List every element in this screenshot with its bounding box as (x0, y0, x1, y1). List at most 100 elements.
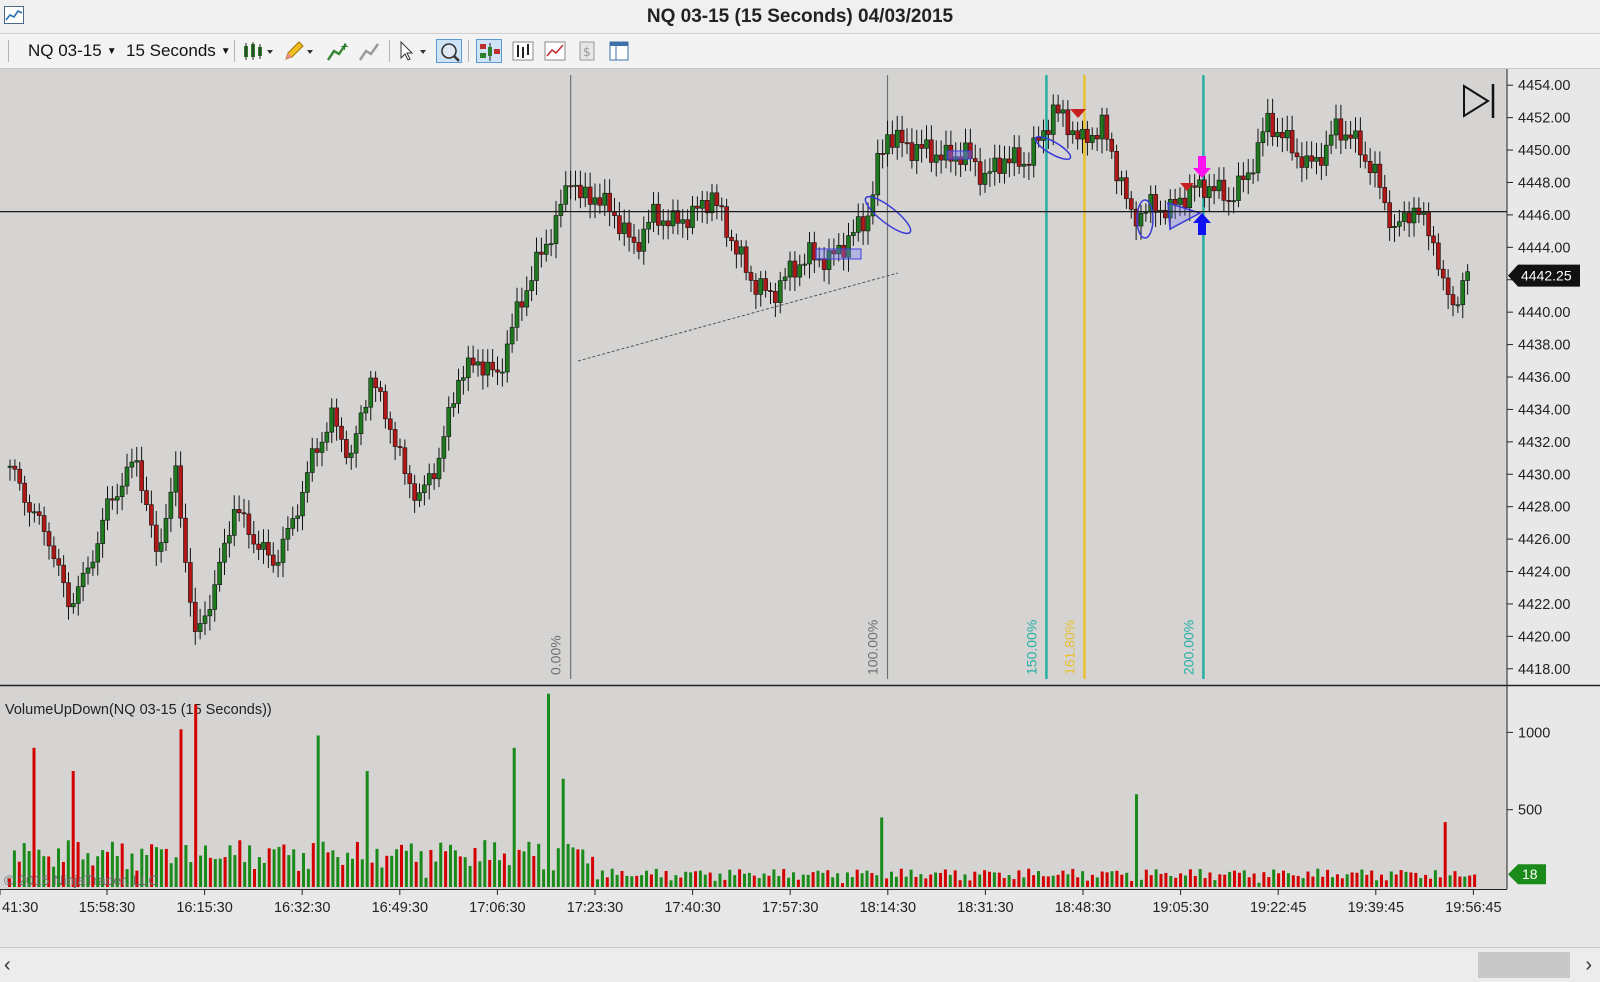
volume-bar (924, 878, 928, 887)
volume-bar (1120, 874, 1124, 887)
volume-bar (1237, 872, 1241, 887)
pointer-icon[interactable] (396, 39, 430, 63)
scroll-left-icon[interactable]: ‹ (4, 954, 11, 977)
drawing-pencil-icon[interactable] (282, 39, 316, 63)
candle-body (797, 264, 803, 278)
candle-body (90, 561, 96, 569)
volume-bar (365, 771, 369, 887)
drawn-rectangle[interactable] (946, 150, 972, 160)
line-chart-icon[interactable] (542, 39, 568, 63)
volume-bar (502, 853, 506, 887)
volume-bar (547, 693, 550, 887)
volume-bar (1458, 876, 1462, 887)
candle-body (1046, 130, 1051, 135)
candle-body (202, 615, 208, 624)
candle-body (1109, 138, 1115, 152)
candle-body (280, 538, 286, 563)
candle-body (1377, 163, 1383, 188)
candle-body (1002, 158, 1007, 174)
candle-body (1382, 187, 1388, 204)
candle-body (777, 280, 783, 303)
volume-bar (885, 878, 889, 887)
candle-body (1265, 112, 1271, 133)
candle-body (802, 263, 807, 266)
candle-body (1358, 130, 1363, 156)
volume-bar (845, 872, 849, 887)
price-chart[interactable]: 0.00% 100.00% 150.00% 161.80% 200.00% 4454.0… (0, 69, 1600, 947)
candle-body (1119, 177, 1124, 182)
toolbar-grip[interactable] (8, 40, 9, 62)
candle-body (80, 572, 86, 588)
candle-body (1421, 212, 1427, 215)
time-tick-label: 16:32:30 (274, 900, 330, 916)
volume-bar (1419, 878, 1423, 887)
chart-trader-icon[interactable] (476, 39, 502, 63)
chevron-down-icon: ▼ (220, 45, 231, 57)
volume-bar (1409, 872, 1413, 887)
candle-body (933, 154, 939, 163)
volume-bar (1046, 876, 1050, 887)
price-tick-label: 4430.00 (1518, 467, 1570, 483)
zoom-icon[interactable] (436, 39, 462, 63)
candle-body (1241, 175, 1246, 180)
bar-chart-icon[interactable] (510, 39, 536, 63)
scroll-thumb[interactable] (1478, 952, 1570, 978)
volume-bar (576, 849, 580, 887)
volume-bar (1399, 870, 1403, 887)
volume-bar (1223, 874, 1227, 887)
volume-bar (904, 876, 908, 887)
candle-body (617, 215, 622, 234)
volume-bar (414, 861, 418, 887)
add-indicator-icon[interactable]: + (324, 39, 350, 63)
window-title: NQ 03-15 (15 Seconds) 04/03/2015 (646, 6, 954, 27)
volume-bar (943, 869, 947, 887)
price-tick-label: 4440.00 (1518, 305, 1570, 321)
volume-bar (831, 877, 835, 887)
instrument-label: NQ 03-15 (28, 41, 102, 60)
candle-body (1050, 104, 1056, 135)
candle-body (997, 157, 1002, 174)
volume-bar (1267, 877, 1271, 887)
time-tick-label: 18:31:30 (957, 900, 1013, 916)
volume-bar (1424, 874, 1428, 887)
volume-bar (566, 843, 570, 887)
candle-body (553, 215, 559, 244)
candle-body (919, 144, 924, 149)
instrument-selector[interactable]: NQ 03-15 ▼ (28, 39, 117, 63)
candle-body (407, 473, 413, 485)
volume-bar (973, 871, 977, 887)
data-box-icon[interactable] (606, 39, 632, 63)
volume-bar (1056, 874, 1060, 887)
candle-body (32, 511, 37, 514)
properties-icon[interactable]: $ (574, 39, 600, 63)
volume-bar (899, 868, 903, 887)
candle-body (1041, 130, 1046, 141)
candle-body (236, 509, 242, 514)
volume-bar (615, 874, 619, 887)
volume-bar (409, 843, 413, 887)
scroll-right-icon[interactable]: › (1585, 954, 1592, 977)
candle-body (129, 461, 135, 468)
candle-body (563, 185, 569, 205)
volume-bar (689, 872, 693, 887)
volume-bar (664, 870, 668, 887)
volume-bar (1365, 874, 1369, 887)
strategy-icon[interactable] (356, 39, 382, 63)
volume-bar (556, 848, 560, 887)
last-price-marker: 4442.25 (1508, 264, 1580, 287)
candle-body (46, 531, 52, 547)
candle-body (539, 251, 544, 255)
candle-body (636, 242, 642, 252)
chart-style-icon[interactable] (242, 39, 276, 63)
interval-selector[interactable]: 15 Seconds ▼ (126, 39, 231, 63)
price-panel-bg (0, 69, 1507, 685)
candle-body (612, 211, 617, 216)
candle-body (1202, 179, 1207, 198)
candle-body (1294, 152, 1300, 158)
candle-body (17, 468, 23, 484)
drawn-rectangle[interactable] (815, 248, 862, 260)
volume-bar (1188, 869, 1192, 887)
volume-bar (968, 880, 972, 887)
horizontal-scrollbar[interactable]: ‹ › (0, 947, 1600, 982)
candle-body (773, 290, 778, 303)
